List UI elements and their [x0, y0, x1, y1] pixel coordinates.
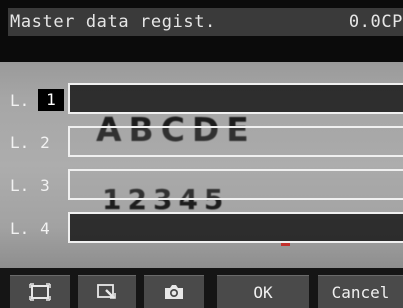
camera-icon	[163, 283, 185, 301]
ok-button[interactable]: OK	[217, 275, 309, 308]
line-number: 2	[40, 132, 50, 152]
frame-button[interactable]	[10, 275, 70, 308]
line-field-2[interactable]	[68, 126, 403, 157]
line-number: 3	[40, 175, 50, 195]
line-prefix: L.	[10, 218, 30, 238]
value-readout: 0.0CP	[348, 12, 403, 32]
line-number: 4	[40, 218, 50, 238]
capture-button[interactable]	[144, 275, 204, 308]
frame-icon	[29, 283, 51, 301]
line-label-4: L. 4	[10, 214, 54, 242]
master-data-registration-screen: ABCDE 12345 Master data regist. 0.0CP L.…	[0, 0, 403, 308]
cancel-button[interactable]: Cancel	[318, 275, 403, 308]
line-number: 1	[38, 89, 64, 111]
zoom-region-icon	[96, 283, 118, 301]
page-title: Master data regist.	[10, 12, 216, 32]
line-prefix: L.	[10, 132, 30, 152]
line-label-2: L. 2	[10, 128, 54, 156]
line-label-3: L. 3	[10, 171, 54, 199]
bottom-toolbar: OK Cancel	[0, 268, 403, 308]
line-field-4[interactable]	[68, 212, 403, 243]
red-marker	[281, 243, 290, 246]
line-prefix: L.	[10, 175, 30, 195]
line-label-1: L. 1	[10, 86, 64, 114]
line-prefix: L.	[10, 90, 30, 110]
line-field-3[interactable]	[68, 169, 403, 200]
line-field-1[interactable]	[68, 83, 403, 114]
header-bar: Master data regist. 0.0CP	[0, 0, 403, 62]
zoom-region-button[interactable]	[78, 275, 136, 308]
